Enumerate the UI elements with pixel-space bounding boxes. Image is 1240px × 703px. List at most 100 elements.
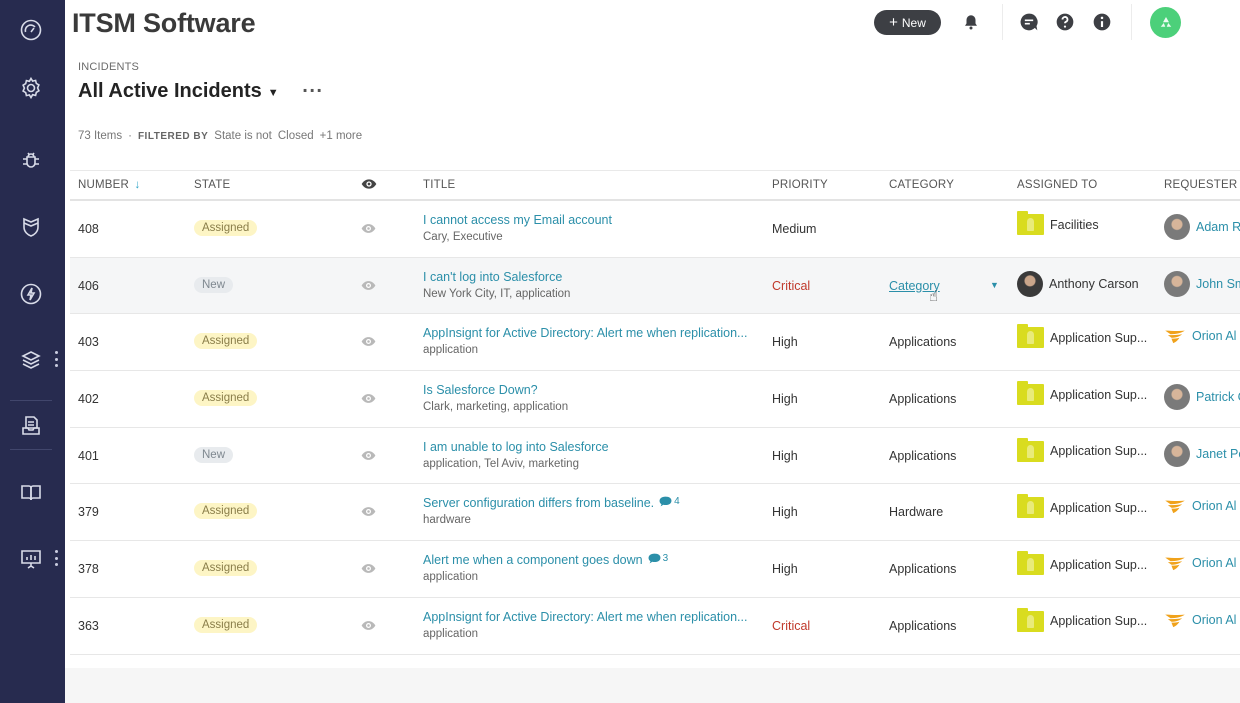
- column-title[interactable]: TITLE: [423, 179, 455, 191]
- table-row[interactable]: 378 Assigned Alert me when a component goe…: [70, 541, 1240, 598]
- sidebar-item-service-catalog[interactable]: [18, 413, 44, 439]
- watch-button[interactable]: [361, 223, 376, 237]
- priority-cell[interactable]: Medium: [772, 222, 816, 236]
- requester-link[interactable]: Janet Pe: [1164, 440, 1240, 467]
- incident-title-link[interactable]: AppInsignt for Active Directory: Alert m…: [423, 326, 747, 340]
- filter-state[interactable]: State is not: [214, 130, 272, 142]
- view-selector[interactable]: All Active Incidents ▼: [78, 80, 279, 103]
- column-requester[interactable]: REQUESTER: [1164, 179, 1237, 191]
- eye-icon: [361, 179, 377, 189]
- assigned-to-cell[interactable]: Anthony Carson: [1017, 270, 1139, 297]
- help-button[interactable]: [1055, 12, 1075, 32]
- sidebar-item-assets[interactable]: [18, 347, 44, 373]
- sidebar-item-dashboard[interactable]: [18, 17, 44, 43]
- notifications-button[interactable]: [961, 12, 981, 32]
- comment-count[interactable]: 3: [648, 553, 668, 564]
- column-assigned-to[interactable]: ASSIGNED TO: [1017, 179, 1097, 191]
- info-button[interactable]: [1092, 12, 1112, 32]
- category-cell[interactable]: Applications: [889, 449, 956, 463]
- table-row[interactable]: 363 Assigned AppInsignt for Active Directo…: [70, 598, 1240, 655]
- table-row[interactable]: 406 New I can't log into Salesforce New Yor…: [70, 257, 1240, 315]
- assignee-name: Application Sup...: [1050, 330, 1148, 345]
- priority-cell[interactable]: High: [772, 335, 798, 349]
- priority-cell[interactable]: High: [772, 505, 798, 519]
- table-row[interactable]: 402 Assigned Is Salesforce Down? Clark, mar…: [70, 371, 1240, 428]
- comment-count[interactable]: 4: [659, 496, 680, 507]
- book-icon: [21, 485, 41, 501]
- requester-name: Orion Al: [1192, 556, 1237, 571]
- column-state[interactable]: STATE: [194, 179, 230, 191]
- sidebar-item-knowledge-base[interactable]: [18, 480, 44, 506]
- category-dropdown[interactable]: Category: [889, 279, 940, 293]
- status-badge: New: [194, 276, 234, 293]
- column-category[interactable]: CATEGORY: [889, 179, 954, 191]
- priority-cell[interactable]: High: [772, 562, 798, 576]
- watch-button[interactable]: [361, 563, 376, 577]
- table-row[interactable]: 379 Assigned Server configuration differs …: [70, 484, 1240, 542]
- category-cell[interactable]: Applications: [889, 335, 956, 349]
- category-cell[interactable]: Applications: [889, 619, 956, 633]
- incident-title-link[interactable]: Is Salesforce Down?: [423, 383, 538, 397]
- assigned-to-cell[interactable]: Application Sup...: [1017, 381, 1147, 406]
- category-cell[interactable]: Hardware: [889, 505, 943, 519]
- sidebar-item-changes[interactable]: [18, 281, 44, 307]
- eye-icon: [361, 620, 376, 634]
- priority-cell[interactable]: Critical: [772, 619, 810, 633]
- category-cell[interactable]: Applications: [889, 562, 956, 576]
- more-filters-link[interactable]: +1 more: [320, 130, 363, 142]
- watch-button[interactable]: [361, 393, 376, 407]
- incident-title-link[interactable]: I cannot access my Email account: [423, 213, 612, 227]
- incident-title-cell: Server configuration differs from baseli…: [423, 496, 680, 526]
- requester-link[interactable]: Orion Al: [1164, 611, 1236, 629]
- caret-down-icon[interactable]: ▼: [990, 280, 999, 290]
- column-priority[interactable]: PRIORITY: [772, 179, 828, 191]
- requester-link[interactable]: John Sm: [1164, 270, 1240, 297]
- assets-more-menu[interactable]: [54, 351, 58, 367]
- table-row[interactable]: 408 Assigned I cannot access my Email acco…: [70, 201, 1240, 258]
- incident-title-link[interactable]: AppInsignt for Active Directory: Alert m…: [423, 610, 747, 624]
- watch-button[interactable]: [361, 620, 376, 634]
- assigned-to-cell[interactable]: Application Sup...: [1017, 494, 1147, 519]
- sidebar-item-incidents[interactable]: [18, 148, 44, 174]
- incident-title-link[interactable]: I am unable to log into Salesforce: [423, 440, 609, 454]
- chat-button[interactable]: [1019, 12, 1039, 32]
- user-avatar[interactable]: [1150, 7, 1181, 38]
- priority-cell[interactable]: High: [772, 449, 798, 463]
- assigned-to-cell[interactable]: Application Sup...: [1017, 324, 1148, 349]
- incident-title-link[interactable]: Server configuration differs from baseli…: [423, 496, 654, 510]
- column-watch[interactable]: [361, 178, 377, 193]
- incident-title-link[interactable]: Alert me when a component goes down: [423, 553, 643, 567]
- assigned-to-cell[interactable]: Application Sup...: [1017, 607, 1147, 632]
- column-number[interactable]: NUMBER ↓: [78, 179, 140, 191]
- reports-more-menu[interactable]: [54, 550, 58, 566]
- requester-link[interactable]: Adam R: [1164, 214, 1240, 240]
- incident-title-link[interactable]: I can't log into Salesforce: [423, 270, 562, 284]
- sidebar: [0, 0, 65, 703]
- category-cell[interactable]: Applications: [889, 392, 956, 406]
- new-button[interactable]: + New: [874, 10, 941, 35]
- incident-tags: New York City, IT, application: [423, 287, 571, 300]
- topbar-divider: [1002, 4, 1003, 40]
- priority-cell[interactable]: High: [772, 392, 798, 406]
- breadcrumb[interactable]: INCIDENTS: [78, 61, 139, 73]
- watch-button[interactable]: [361, 506, 376, 520]
- more-options-button[interactable]: ···: [302, 83, 323, 99]
- watch-button[interactable]: [361, 336, 376, 350]
- filter-value[interactable]: Closed: [278, 130, 314, 142]
- watch-button[interactable]: [361, 450, 376, 464]
- assigned-to-cell[interactable]: Application Sup...: [1017, 551, 1147, 576]
- assigned-to-cell[interactable]: Facilities: [1017, 211, 1099, 235]
- table-row[interactable]: 403 Assigned AppInsignt for Active Directo…: [70, 314, 1240, 372]
- assigned-to-cell[interactable]: Application Sup...: [1017, 437, 1147, 462]
- sidebar-item-settings[interactable]: [18, 75, 44, 101]
- requester-link[interactable]: Orion Al: [1164, 497, 1236, 515]
- requester-link[interactable]: Orion Al: [1164, 327, 1236, 345]
- watch-button[interactable]: [361, 280, 376, 294]
- table-row[interactable]: 401 New I am unable to log into Salesforce…: [70, 428, 1240, 485]
- priority-cell[interactable]: Critical: [772, 279, 810, 293]
- sidebar-item-security[interactable]: [18, 214, 44, 240]
- requester-link[interactable]: Patrick C: [1164, 384, 1240, 411]
- sidebar-item-reports[interactable]: [18, 546, 44, 572]
- requester-link[interactable]: Orion Al: [1164, 554, 1236, 572]
- incident-number: 401: [78, 448, 99, 463]
